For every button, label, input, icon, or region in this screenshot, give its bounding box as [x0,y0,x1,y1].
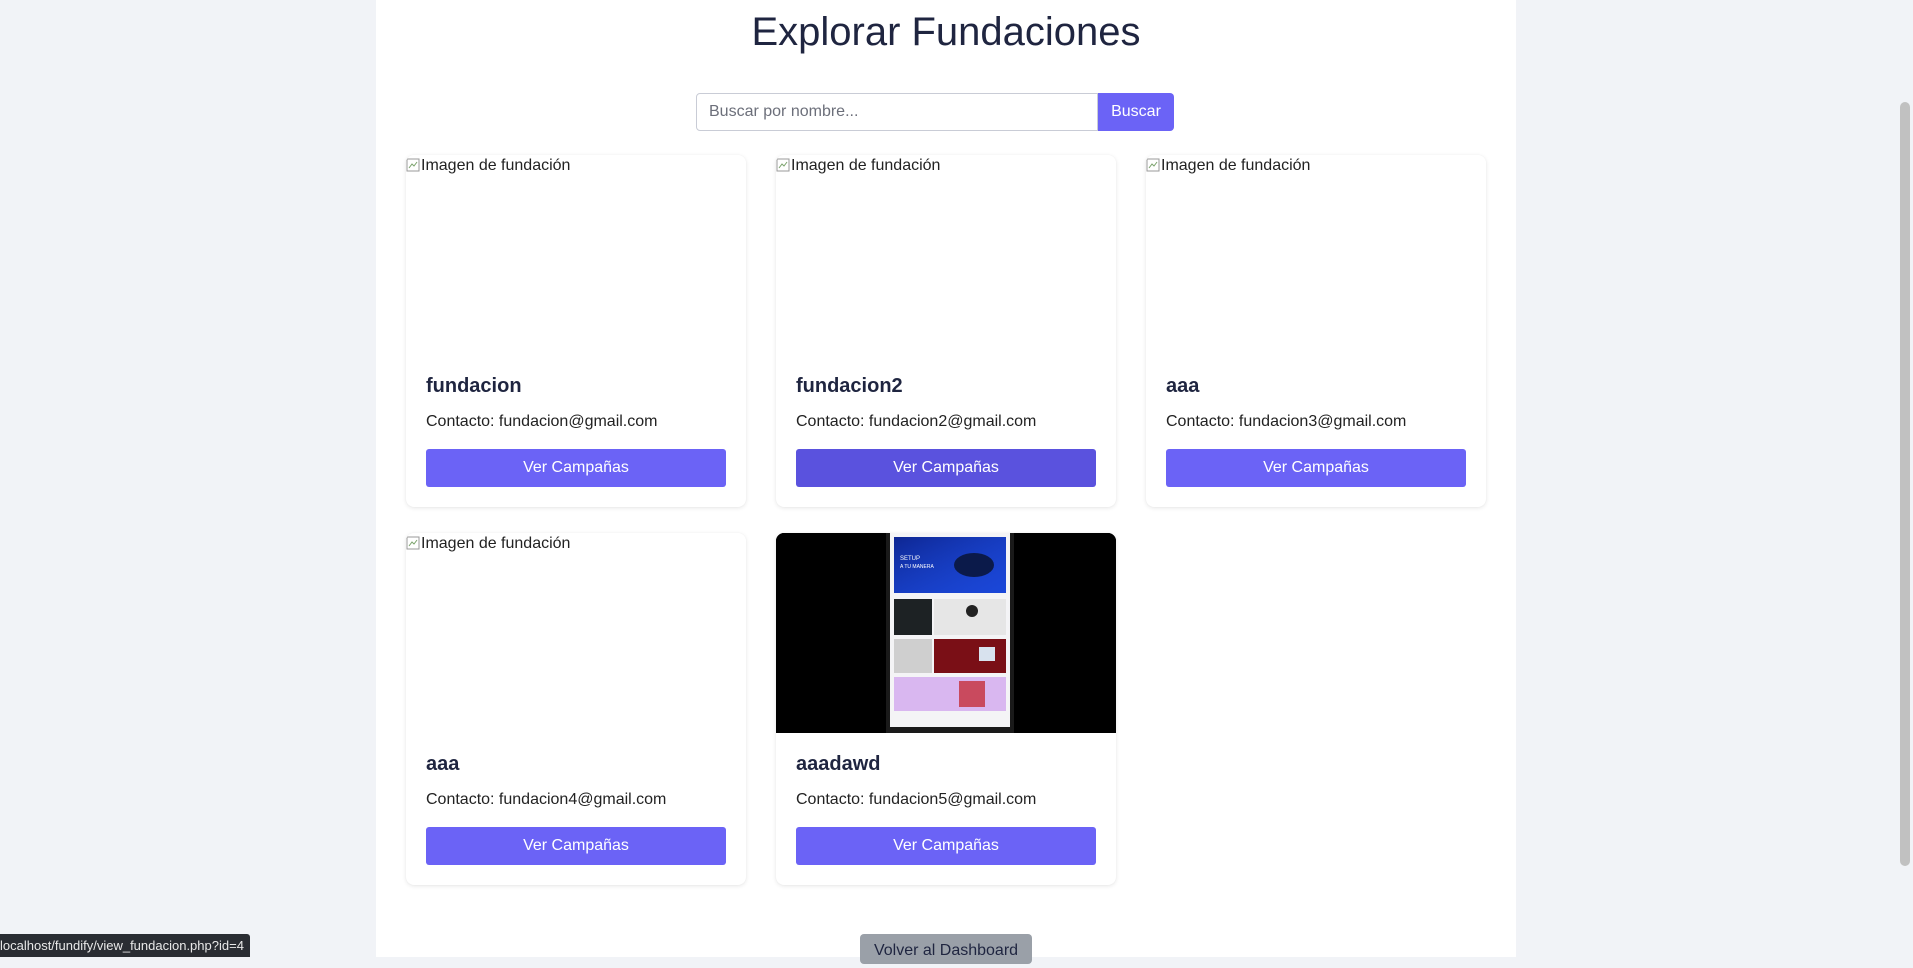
view-campaigns-button[interactable]: Ver Campañas [426,449,726,487]
foundation-name: fundacion2 [796,375,903,397]
search-input[interactable] [696,93,1098,131]
broken-image-icon [776,158,790,172]
foundation-card: Imagen de fundación aaa Contacto: fundac… [406,533,746,885]
foundation-contact: Contacto: fundacion3@gmail.com [1166,413,1407,430]
broken-image-icon [1146,158,1160,172]
image-alt-text: Imagen de fundación [421,535,571,552]
broken-image-icon [406,158,420,172]
view-campaigns-button[interactable]: Ver Campañas [1166,449,1466,487]
foundation-name: aaa [1166,375,1200,397]
search-button[interactable]: Buscar [1098,93,1174,131]
broken-image-icon [406,536,420,550]
foundation-name: fundacion [426,375,522,397]
scrollbar[interactable] [1897,0,1913,957]
image-text: A TU MANERA [900,564,934,570]
main-container: Explorar Fundaciones Buscar Imagen de fu… [376,0,1516,964]
foundation-contact: Contacto: fundacion5@gmail.com [796,791,1037,808]
foundation-name: aaa [426,753,460,775]
image-text: SETUP [900,556,920,562]
scrollbar-thumb[interactable] [1900,102,1910,866]
image-alt-text: Imagen de fundación [791,157,941,174]
image-alt-text: Imagen de fundación [421,157,571,174]
view-campaigns-button[interactable]: Ver Campañas [426,827,726,865]
foundation-image: Imagen de fundación [406,533,746,733]
search-form: Buscar [696,93,1174,131]
foundation-contact: Contacto: fundacion2@gmail.com [796,413,1037,430]
foundation-card: Imagen de fundación aaa Contacto: fundac… [1146,155,1486,507]
foundation-contact: Contacto: fundacion@gmail.com [426,413,658,430]
view-campaigns-button[interactable]: Ver Campañas [796,827,1096,865]
foundation-image: Imagen de fundación [776,155,1116,355]
status-bar-url: localhost/fundify/view_fundacion.php?id=… [0,934,250,957]
foundation-card: Imagen de fundación fundacion2 Contacto:… [776,155,1116,507]
foundation-card: Imagen de fundación fundacion Contacto: … [406,155,746,507]
foundation-image: SETUP A TU MANERA [776,533,1116,733]
image-alt-text: Imagen de fundación [1161,157,1311,174]
back-to-dashboard-button[interactable]: Volver al Dashboard [860,934,1032,964]
foundation-card: SETUP A TU MANERA aaadawd Contacto: fund… [776,533,1116,885]
foundation-name: aaadawd [796,753,881,775]
store-screenshot-image: SETUP A TU MANERA [776,533,1116,733]
view-campaigns-button[interactable]: Ver Campañas [796,449,1096,487]
page-title: Explorar Fundaciones [751,10,1141,54]
foundation-image: Imagen de fundación [406,155,746,355]
foundation-image: Imagen de fundación [1146,155,1486,355]
foundation-contact: Contacto: fundacion4@gmail.com [426,791,667,808]
